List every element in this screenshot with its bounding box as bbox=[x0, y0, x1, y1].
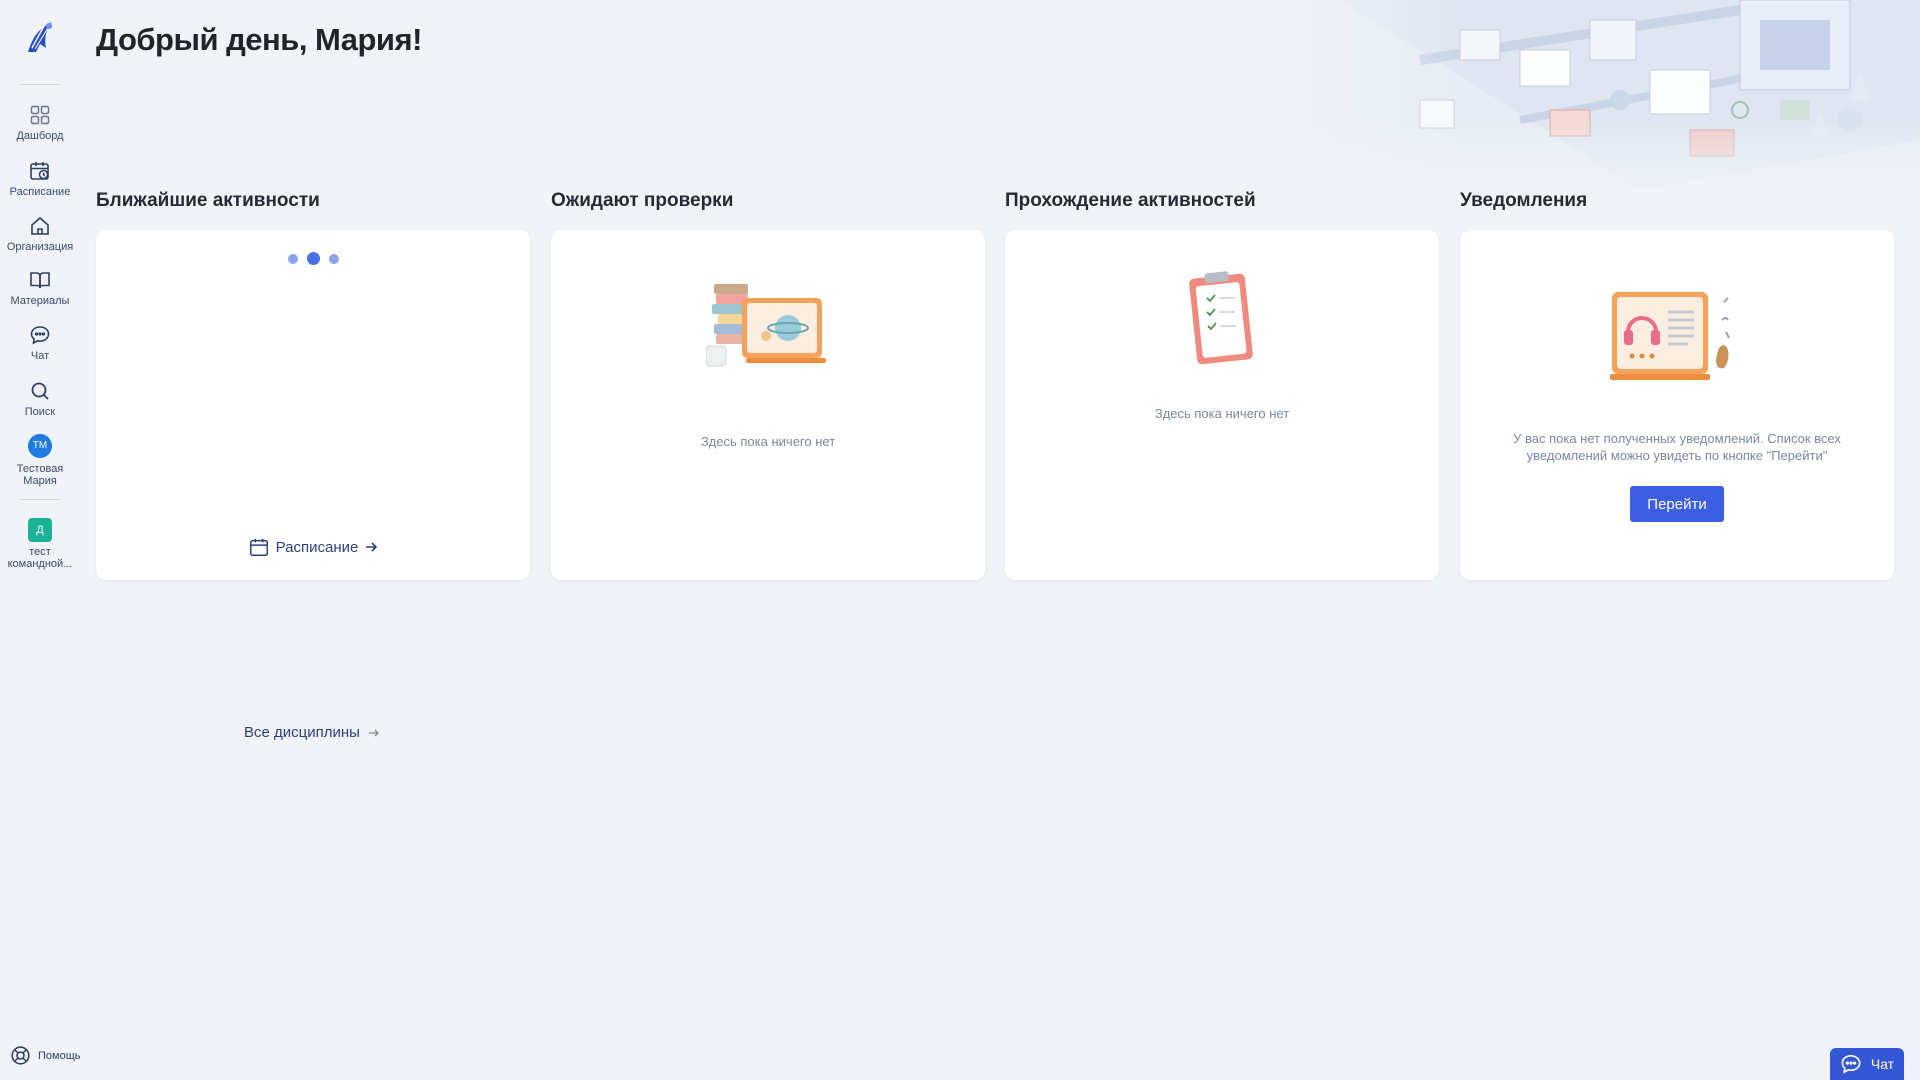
team-name: тест командной... bbox=[7, 546, 73, 570]
all-disciplines-label: Все дисциплины bbox=[244, 724, 360, 741]
help-label: Помощь bbox=[38, 1049, 81, 1062]
all-disciplines-link[interactable]: Все дисциплины bbox=[244, 724, 380, 741]
pending-review-title: Ожидают проверки bbox=[551, 190, 734, 211]
arrow-right-icon bbox=[366, 542, 378, 552]
avatar: ТМ bbox=[28, 434, 52, 458]
calendar-icon bbox=[249, 538, 268, 556]
activity-progress-card: Здесь пока ничего нет bbox=[1005, 230, 1439, 580]
clipboard-illustration bbox=[1189, 271, 1253, 365]
dashboard-icon bbox=[30, 105, 50, 125]
loading-dot bbox=[328, 253, 339, 264]
logo-icon[interactable] bbox=[22, 18, 58, 56]
sidebar: Дашборд Расписание Организация Материалы… bbox=[0, 0, 81, 1080]
notifications-card: У вас пока нет полученных уведомлений. С… bbox=[1460, 230, 1894, 580]
loading-dot bbox=[306, 252, 320, 265]
book-icon bbox=[30, 272, 50, 289]
sidebar-item-label: Материалы bbox=[10, 295, 70, 307]
laptop-headphones-illustration bbox=[1610, 292, 1730, 380]
hero-city-illustration bbox=[1220, 0, 1920, 200]
sidebar-item-team[interactable]: Д тест командной... bbox=[0, 518, 80, 570]
chat-button[interactable]: Чат bbox=[1830, 1048, 1904, 1080]
schedule-link[interactable]: Расписание bbox=[96, 536, 530, 558]
home-icon bbox=[31, 216, 49, 235]
loading-dot bbox=[287, 253, 298, 264]
notifications-title: Уведомления bbox=[1460, 190, 1588, 211]
help-link[interactable]: Помощь bbox=[10, 1045, 81, 1066]
sidebar-item-label: Чат bbox=[30, 350, 50, 362]
empty-state-text: Здесь пока ничего нет bbox=[700, 434, 836, 449]
notifications-empty-text: У вас пока нет полученных уведомлений. С… bbox=[1513, 431, 1841, 463]
schedule-link-label: Расписание bbox=[275, 538, 359, 556]
activity-progress-title: Прохождение активностей bbox=[1005, 190, 1256, 211]
sidebar-item-label: Расписание bbox=[9, 186, 71, 198]
sidebar-item-label: Организация bbox=[6, 241, 74, 253]
books-laptop-illustration bbox=[706, 284, 826, 367]
loading-indicator bbox=[96, 252, 530, 265]
upcoming-activities-card: Расписание bbox=[96, 230, 530, 580]
sidebar-item-chat[interactable]: Чат bbox=[0, 323, 80, 362]
go-button[interactable]: Перейти bbox=[1630, 486, 1724, 522]
team-badge: Д bbox=[28, 518, 52, 542]
page-title: Добрый день, Мария! bbox=[96, 22, 422, 57]
chat-icon bbox=[30, 326, 50, 345]
calendar-clock-icon bbox=[30, 162, 49, 180]
user-name: Тестовая Мария bbox=[16, 463, 64, 487]
sidebar-item-materials[interactable]: Материалы bbox=[0, 268, 80, 307]
chat-button-label: Чат bbox=[1870, 1056, 1895, 1072]
search-icon bbox=[31, 382, 49, 400]
sidebar-item-schedule[interactable]: Расписание bbox=[0, 159, 80, 198]
upcoming-activities-title: Ближайшие активности bbox=[96, 190, 320, 211]
chat-bubble-icon bbox=[1841, 1054, 1861, 1074]
sidebar-item-dashboard[interactable]: Дашборд bbox=[0, 103, 80, 142]
sidebar-item-profile[interactable]: ТМ Тестовая Мария bbox=[0, 434, 80, 487]
lifebuoy-icon bbox=[11, 1046, 30, 1065]
sidebar-item-label: Дашборд bbox=[16, 130, 64, 142]
pending-review-card: Здесь пока ничего нет bbox=[551, 230, 985, 580]
arrow-right-icon bbox=[368, 729, 379, 736]
sidebar-item-search[interactable]: Поиск bbox=[0, 379, 80, 418]
sidebar-item-label: Поиск bbox=[24, 406, 56, 418]
sidebar-divider bbox=[19, 499, 61, 500]
sidebar-item-organization[interactable]: Организация bbox=[0, 214, 80, 253]
sidebar-divider bbox=[19, 84, 61, 85]
empty-state-text: Здесь пока ничего нет bbox=[1154, 406, 1290, 421]
